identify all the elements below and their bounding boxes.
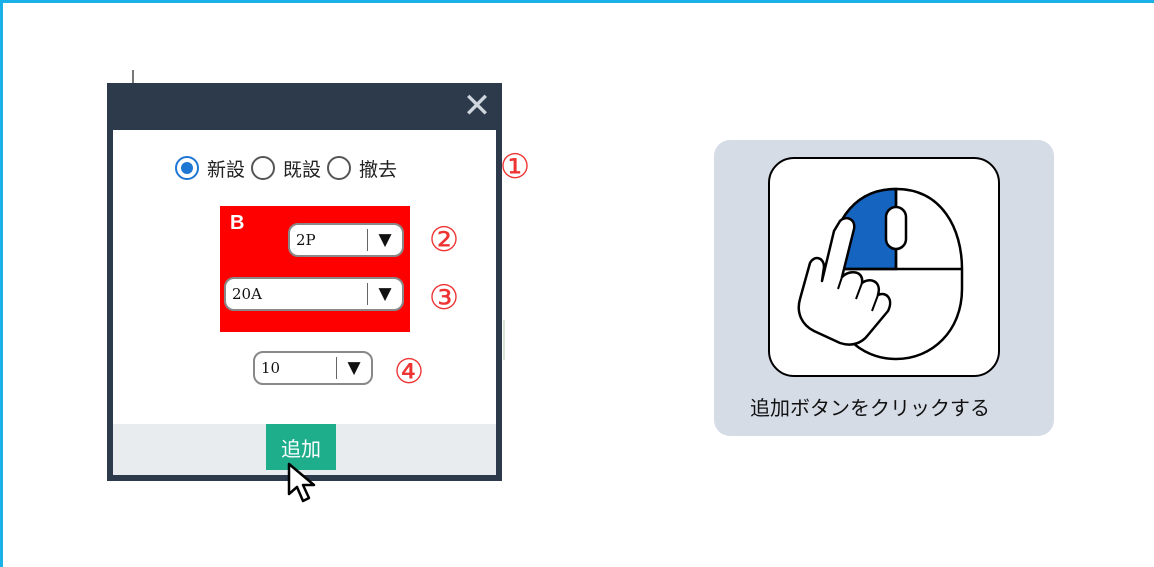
close-icon[interactable]: ✕: [460, 89, 494, 123]
radio-button[interactable]: [251, 156, 276, 180]
chevron-down-icon[interactable]: ▼: [368, 284, 402, 304]
breaker-settings-highlight: B 2P ▼ 20A ▼: [220, 206, 410, 332]
marker-4: ④: [393, 352, 425, 392]
dialog-header: ✕: [107, 83, 502, 130]
quantity-value: 10: [261, 359, 281, 377]
chevron-down-icon[interactable]: ▼: [337, 358, 371, 378]
mouse-click-icon: [768, 157, 1000, 377]
radio-new[interactable]: 新設: [175, 155, 245, 182]
radio-remove[interactable]: 撤去: [327, 155, 397, 182]
radio-button-selected[interactable]: [175, 156, 199, 180]
quantity-select[interactable]: 10 ▼: [253, 351, 373, 385]
ampere-select[interactable]: 20A ▼: [224, 277, 404, 311]
type-radio-group: 新設 既設 撤去: [175, 153, 403, 183]
radio-button[interactable]: [327, 156, 352, 180]
radio-label: 既設: [283, 158, 322, 181]
radio-label: 撤去: [359, 158, 398, 181]
poles-select[interactable]: 2P ▼: [288, 223, 404, 257]
marker-1: ①: [499, 147, 531, 187]
instruction-card: 追加ボタンをクリックする: [714, 140, 1054, 436]
breaker-label: B: [230, 212, 245, 234]
radio-existing[interactable]: 既設: [251, 155, 321, 182]
chevron-down-icon[interactable]: ▼: [368, 230, 402, 250]
marker-3: ③: [428, 278, 460, 318]
marker-2: ②: [428, 220, 460, 260]
background-mark: [503, 320, 505, 360]
poles-value: 2P: [296, 231, 316, 249]
radio-label: 新設: [207, 158, 246, 181]
mouse-illustration: [797, 187, 964, 361]
instruction-text: 追加ボタンをクリックする: [750, 396, 990, 420]
ampere-value: 20A: [232, 285, 262, 303]
mouse-pointer-icon: [287, 462, 316, 503]
